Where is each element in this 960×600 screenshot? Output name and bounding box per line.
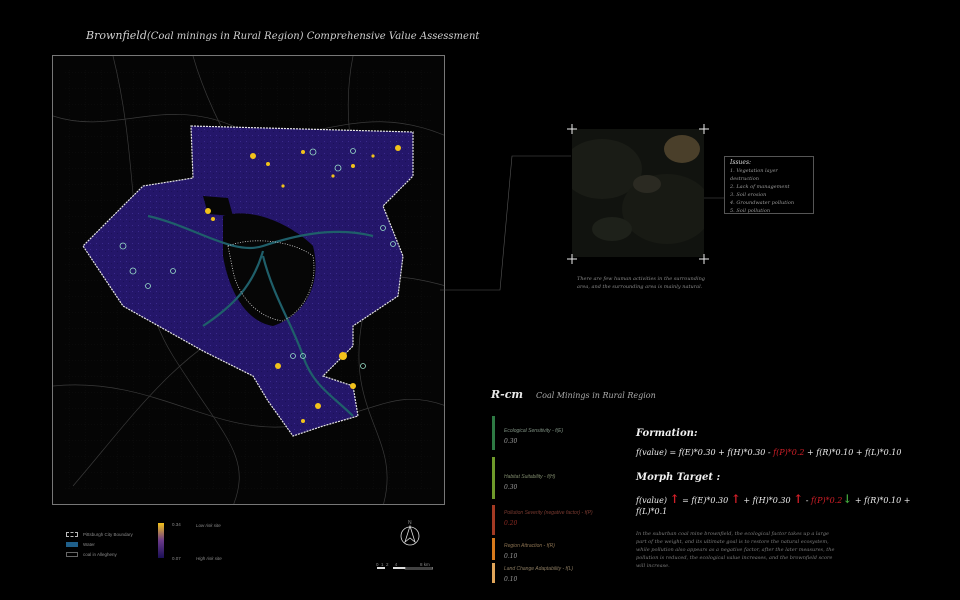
formation-heading: Formation: — [636, 428, 698, 439]
factor-label: Region Attraction - f(R) — [504, 543, 555, 549]
arrow-up-icon: ↑ — [669, 492, 680, 506]
map-frame[interactable] — [52, 55, 445, 505]
factor-label: Habitat Suitability - f(H) — [504, 474, 556, 480]
factor-label: Ecological Sensitivity - f(E) — [504, 428, 564, 434]
region-code: R-cm — [491, 388, 524, 401]
value-gradient-bar — [158, 523, 164, 558]
morph-formula: f(value) ↑ = f(E)*0.30 ↑ + f(H)*0.30 ↑ -… — [636, 492, 911, 506]
issues-title: Issues: — [730, 159, 752, 166]
north-label: N — [408, 520, 412, 526]
description-text: In the suburban coal mine brownfield, th… — [636, 531, 835, 569]
low-risk-label: Low risk site — [196, 523, 221, 528]
issue-item: 4. Groundwater pollution — [730, 200, 795, 206]
high-risk-label: High risk site — [196, 556, 222, 561]
morph-heading: Morph Target : — [636, 472, 721, 483]
legend-coal-label: coal in Allegheny — [83, 552, 117, 557]
factor-bar-e — [492, 416, 495, 450]
issue-item: 1. Vegetation layer destruction — [730, 168, 778, 182]
factor-value: 0.10 — [504, 576, 518, 583]
map-canvas — [53, 56, 444, 504]
factor-label: Land Change Adaptability - f(L) — [504, 566, 574, 572]
legend: Pittsburgh City Boundary Water coal in A… — [66, 532, 146, 562]
scale-top-value: 0.34 — [172, 522, 181, 527]
legend-water-label: Water — [83, 542, 95, 547]
issues-box: Issues: 1. Vegetation layer destruction … — [724, 156, 814, 214]
legend-boundary-label: Pittsburgh City Boundary — [83, 532, 133, 537]
factor-value: 0.10 — [504, 553, 518, 560]
factor-value: 0.30 — [504, 438, 518, 445]
arrow-down-icon: ↓ — [842, 492, 853, 506]
page-title: Brownfield(Coal minings in Rural Region)… — [86, 29, 480, 42]
issue-item: 3. Soil erosion — [730, 192, 767, 198]
photo-caption: There are few human activities in the su… — [577, 276, 705, 290]
morph-formula-line2: f(L)*0.1 — [636, 507, 668, 516]
scale-ticks: 0 1 2 4 — [376, 562, 398, 567]
factor-bar-h — [492, 457, 495, 499]
scale-bar — [377, 556, 434, 570]
arrow-up-icon: ↑ — [730, 492, 741, 506]
factor-bar-l — [492, 563, 495, 583]
factor-label: Pollution Severity (negative factor) - f… — [504, 510, 593, 516]
issue-item: 2. Lack of management — [730, 184, 790, 190]
issue-item: 5. Soil pollution — [730, 208, 771, 214]
scale-unit: 8 km — [420, 562, 430, 567]
arrow-up-icon: ↑ — [793, 492, 804, 506]
formation-formula: f(value) = f(E)*0.30 + f(H)*0.30 - f(P)*… — [636, 448, 902, 457]
factor-value: 0.20 — [504, 520, 518, 527]
factor-bar-p — [492, 505, 495, 535]
coal-swatch — [66, 552, 78, 557]
boundary-swatch — [66, 532, 78, 537]
scale-bottom-value: 0.07 — [172, 556, 181, 561]
factor-bar-r — [492, 538, 495, 560]
factor-value: 0.30 — [504, 484, 518, 491]
region-name: Coal Minings in Rural Region — [536, 391, 656, 400]
water-swatch — [66, 542, 78, 547]
photo-corner-marks — [567, 124, 709, 264]
